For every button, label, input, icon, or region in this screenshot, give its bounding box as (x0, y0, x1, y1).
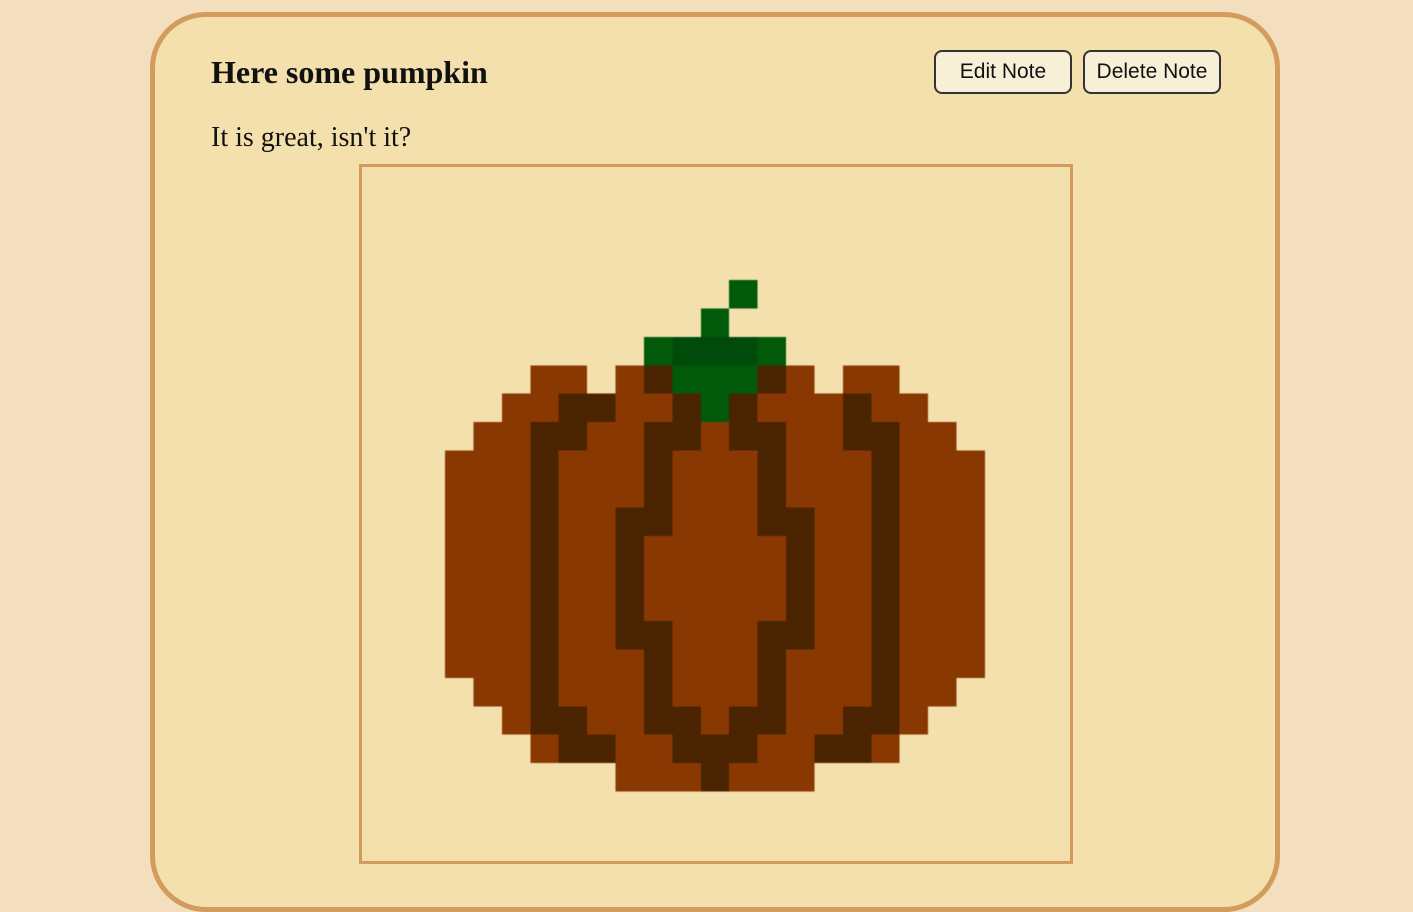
note-card: Here some pumpkin Edit Note Delete Note … (150, 12, 1280, 912)
note-body: It is great, isn't it? (211, 122, 412, 153)
pumpkin-body (445, 365, 985, 792)
stem-tip (729, 280, 758, 309)
note-title: Here some pumpkin (211, 54, 488, 90)
pumpkin-image (445, 280, 985, 792)
stem (700, 308, 730, 337)
edit-note-button[interactable]: Edit Note (934, 50, 1072, 94)
note-image (359, 164, 1073, 864)
delete-note-button[interactable]: Delete Note (1083, 50, 1221, 94)
